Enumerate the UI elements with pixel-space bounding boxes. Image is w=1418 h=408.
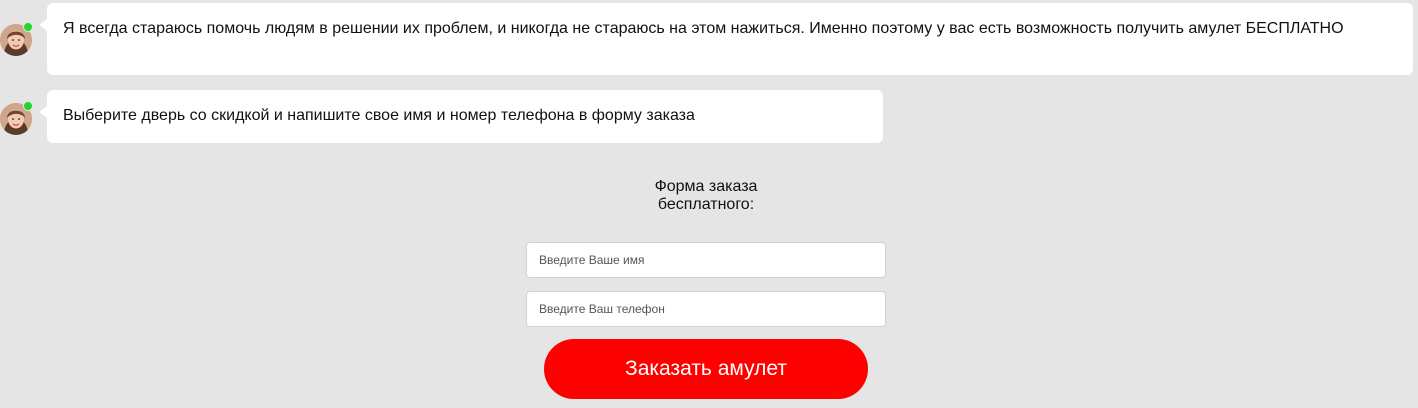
message-bubble: Выберите дверь со скидкой и напишите сво… [39, 90, 883, 143]
name-input[interactable] [526, 242, 886, 278]
online-status-indicator [23, 101, 33, 111]
message-text: Выберите дверь со скидкой и напишите сво… [63, 107, 695, 124]
online-status-indicator [23, 22, 33, 32]
phone-input[interactable] [526, 291, 886, 327]
form-title: Форма заказа бесплатного: [654, 178, 758, 213]
message-bubble: Я всегда стараюсь помочь людям в решении… [39, 3, 1413, 75]
message-text: Я всегда стараюсь помочь людям в решении… [63, 20, 1344, 37]
order-amulet-button[interactable]: Заказать амулет [544, 339, 868, 399]
